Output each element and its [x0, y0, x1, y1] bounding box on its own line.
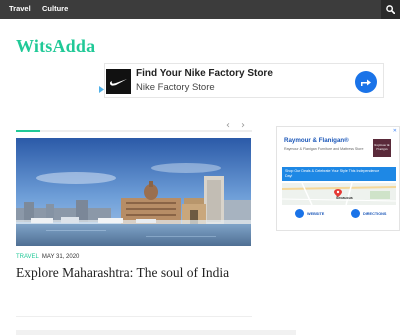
map-graphic	[282, 183, 396, 205]
post-title[interactable]: Explore Maharashtra: The soul of India	[16, 264, 256, 282]
ad-subline[interactable]: Nike Factory Store	[136, 82, 215, 93]
search-button[interactable]	[381, 0, 400, 19]
advertiser-logo: Raymour & Flanigan	[373, 139, 391, 157]
nav-link-culture[interactable]: Culture	[42, 4, 68, 13]
site-logo[interactable]: WitsAdda	[16, 36, 95, 57]
next-section-strip	[16, 330, 296, 335]
divider	[16, 316, 252, 317]
post-featured-image[interactable]	[16, 138, 251, 246]
ad-promo-text: Shop Our Deals & Celebrate Your Style Th…	[285, 169, 380, 178]
ad-directions-link[interactable]: DIRECTIONS	[351, 209, 387, 218]
raymour-flanigan-ad[interactable]: ✕ Raymour & Flanigan® Raymour & Flanigan…	[276, 126, 400, 231]
slider-progress-track	[16, 130, 252, 132]
search-icon	[386, 5, 395, 14]
ad-website-link[interactable]: WEBSITE	[295, 209, 325, 218]
nike-ad-banner[interactable]: Find Your Nike Factory Store Nike Factor…	[99, 63, 384, 98]
post-category[interactable]: TRAVEL	[16, 254, 39, 260]
adchoices-icon[interactable]	[99, 86, 104, 93]
directions-arrow-icon	[361, 79, 371, 86]
slider-progress-fill	[16, 130, 40, 132]
ad-directions-button[interactable]	[355, 71, 377, 93]
ad-advertiser-name[interactable]: Raymour & Flanigan®	[284, 137, 349, 144]
post-date: MAY 31, 2020	[41, 254, 80, 260]
ad-map[interactable]: Secaucus	[282, 183, 396, 205]
nav-link-travel[interactable]: Travel	[9, 4, 31, 13]
nike-swoosh-icon	[110, 79, 127, 86]
globe-icon	[295, 209, 304, 218]
directions-icon	[351, 209, 360, 218]
advertiser-logo-text: Raymour & Flanigan	[374, 143, 390, 151]
ad-close-icon[interactable]: ✕	[393, 128, 397, 134]
ad-directions-label: DIRECTIONS	[363, 212, 387, 216]
ad-promo-banner[interactable]: Shop Our Deals & Celebrate Your Style Th…	[282, 167, 396, 181]
post-meta: TRAVEL MAY 31, 2020	[16, 254, 79, 260]
map-location-label: Secaucus	[336, 196, 353, 200]
ad-website-label: WEBSITE	[307, 212, 325, 216]
gateway-of-india-photo	[16, 138, 251, 246]
top-nav: Travel Culture	[0, 0, 400, 19]
nike-logo	[106, 69, 131, 94]
ad-tagline: Raymour & Flanigan Furniture and Mattres…	[284, 147, 364, 151]
ad-headline[interactable]: Find Your Nike Factory Store	[136, 68, 273, 79]
